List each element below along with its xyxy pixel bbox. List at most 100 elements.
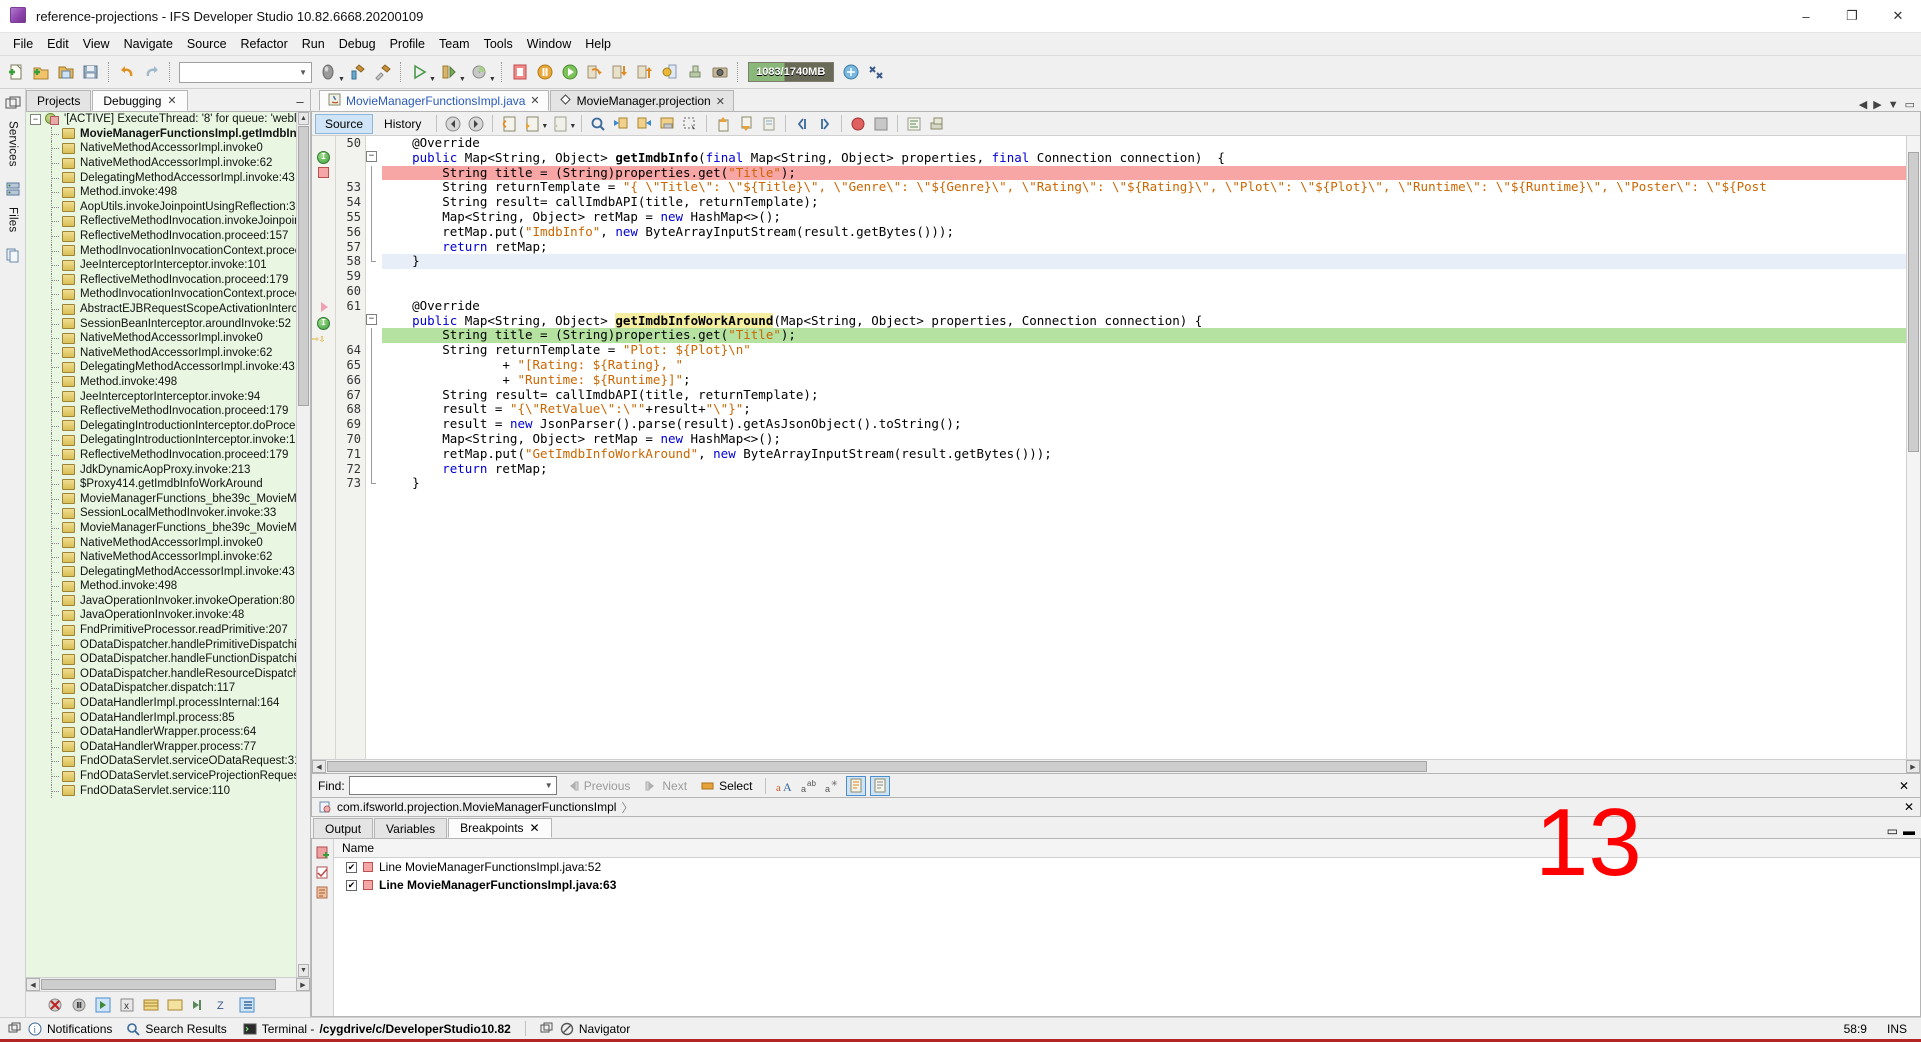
- tree-item[interactable]: NativeMethodAccessorImpl.invoke:62: [26, 550, 310, 565]
- tree-item[interactable]: FndODataServlet.serviceProjectionRequest…: [26, 769, 310, 784]
- group-icon[interactable]: [314, 884, 332, 902]
- step-over-icon[interactable]: [583, 60, 607, 84]
- tree-item[interactable]: NativeMethodAccessorImpl.invoke0: [26, 331, 310, 346]
- editor-horizontal-scrollbar[interactable]: ◀ ▶: [312, 759, 1920, 773]
- tab-breakpoints[interactable]: Breakpoints ✕: [448, 818, 551, 838]
- menu-view[interactable]: View: [76, 34, 117, 54]
- prev-bookmark-icon[interactable]: [610, 114, 632, 134]
- save-all-icon[interactable]: [79, 60, 103, 84]
- tree-item[interactable]: FndODataServlet.serviceODataRequest:310: [26, 754, 310, 769]
- shift-lines-left-icon[interactable]: [791, 114, 813, 134]
- tree-item[interactable]: ODataDispatcher.dispatch:117: [26, 681, 310, 696]
- new-project-icon[interactable]: [29, 60, 53, 84]
- close-icon[interactable]: ✕: [716, 95, 725, 108]
- match-case-icon[interactable]: aA: [774, 776, 794, 796]
- scroll-up-icon[interactable]: ▲: [298, 112, 309, 125]
- tree-item[interactable]: NativeMethodAccessorImpl.invoke0: [26, 535, 310, 550]
- tools-icon[interactable]: [864, 60, 888, 84]
- apply-code-changes-icon[interactable]: [683, 60, 707, 84]
- select-in-projects-icon[interactable]: [679, 114, 701, 134]
- step-filter-2-icon[interactable]: Z: [214, 996, 232, 1014]
- profile-icon[interactable]: [467, 60, 491, 84]
- code-line[interactable]: String result= callImdbAPI(title, return…: [382, 388, 1920, 403]
- editor-hscroll-thumb[interactable]: [327, 761, 1427, 772]
- code-line[interactable]: String returnTemplate = "{ \"Title\": \"…: [382, 180, 1920, 195]
- maximize-icon[interactable]: ▬: [1903, 824, 1915, 838]
- highlight-results-icon[interactable]: [846, 776, 866, 796]
- code-line[interactable]: return retMap;: [382, 240, 1920, 255]
- tree-item[interactable]: $Proxy414.getImdbInfoWorkAround: [26, 477, 310, 492]
- tree-item[interactable]: MethodInvocationInvocationContext.procee…: [26, 287, 310, 302]
- regex-icon[interactable]: a✳: [822, 776, 842, 796]
- heap-icon[interactable]: [839, 60, 863, 84]
- files-tab-label[interactable]: Files: [7, 207, 19, 232]
- tree-horizontal-scrollbar[interactable]: ◀ ▶: [26, 977, 310, 991]
- scroll-down-icon[interactable]: ▼: [298, 964, 309, 977]
- stop-icon[interactable]: [508, 60, 532, 84]
- tree-item[interactable]: MethodInvocationInvocationContext.procee…: [26, 243, 310, 258]
- tree-item[interactable]: ReflectiveMethodInvocation.proceed:179: [26, 448, 310, 463]
- tab-list-icon[interactable]: ▼: [1888, 99, 1899, 111]
- shift-right-icon[interactable]: [735, 114, 757, 134]
- menu-team[interactable]: Team: [432, 34, 477, 54]
- maximize-button[interactable]: ❐: [1829, 0, 1875, 33]
- tree-item[interactable]: SessionBeanInterceptor.aroundInvoke:52: [26, 316, 310, 331]
- scroll-left-icon[interactable]: ◀: [26, 978, 40, 991]
- scroll-right-icon[interactable]: ▶: [1906, 760, 1920, 773]
- close-icon[interactable]: ✕: [530, 94, 539, 107]
- tree-item[interactable]: Method.invoke:498: [26, 579, 310, 594]
- close-icon[interactable]: ✕: [530, 821, 540, 835]
- shift-left-icon[interactable]: [712, 114, 734, 134]
- menu-refactor[interactable]: Refactor: [234, 34, 295, 54]
- breakpoint-row[interactable]: ✔Line MovieManagerFunctionsImpl.java:52: [334, 858, 1920, 876]
- tree-item[interactable]: NativeMethodAccessorImpl.invoke:62: [26, 346, 310, 361]
- override-gutter-icon[interactable]: I: [312, 317, 335, 332]
- tree-root-row[interactable]: −'[ACTIVE] ExecuteThread: '8' for queue:…: [26, 112, 310, 127]
- code-line[interactable]: @Override: [382, 136, 1920, 151]
- build-dropdown-icon[interactable]: ▼: [338, 76, 345, 83]
- terminal-item[interactable]: Terminal - /cygdrive/c/DeveloperStudio10…: [243, 1022, 511, 1036]
- find-input[interactable]: ▼: [349, 776, 557, 795]
- run-icon[interactable]: [407, 60, 431, 84]
- navigator-item[interactable]: Navigator: [560, 1022, 630, 1036]
- continue-icon[interactable]: [558, 60, 582, 84]
- scroll-right-icon[interactable]: ▶: [296, 978, 310, 991]
- editor-fold-column[interactable]: −−: [366, 136, 382, 759]
- pause-icon[interactable]: [533, 60, 557, 84]
- tree-item[interactable]: MovieManagerFunctions_bhe39c_MovieManage: [26, 491, 310, 506]
- continue-session-icon[interactable]: [94, 996, 112, 1014]
- code-line[interactable]: String title = (String)properties.get("T…: [382, 328, 1920, 343]
- code-line[interactable]: retMap.put("ImdbInfo", new ByteArrayInpu…: [382, 225, 1920, 240]
- toggle-bookmark-icon[interactable]: [656, 114, 678, 134]
- code-line[interactable]: result = "{\"RetValue\":\""+result+"\"}"…: [382, 402, 1920, 417]
- clean-icon[interactable]: [371, 60, 395, 84]
- tree-item[interactable]: ReflectiveMethodInvocation.invokeJoinpoi…: [26, 214, 310, 229]
- wrap-around-icon[interactable]: [870, 776, 890, 796]
- step-filter-icon[interactable]: [190, 996, 208, 1014]
- breadcrumb-path[interactable]: com.ifsworld.projection.MovieManagerFunc…: [337, 800, 616, 814]
- debug-project-icon[interactable]: [437, 60, 461, 84]
- tree-item[interactable]: ReflectiveMethodInvocation.proceed:179: [26, 273, 310, 288]
- step-into-icon[interactable]: [608, 60, 632, 84]
- code-line[interactable]: [382, 269, 1920, 284]
- menu-edit[interactable]: Edit: [40, 34, 76, 54]
- chevron-down-icon-2[interactable]: ▼: [569, 123, 576, 130]
- build-icon[interactable]: [316, 60, 340, 84]
- list-view-icon[interactable]: [238, 996, 256, 1014]
- whole-words-icon[interactable]: aab: [798, 776, 818, 796]
- search-results-item[interactable]: Search Results: [126, 1022, 226, 1036]
- menu-file[interactable]: File: [6, 34, 40, 54]
- find-usages-icon[interactable]: [521, 114, 543, 134]
- tree-item[interactable]: DelegatingMethodAccessorImpl.invoke:43: [26, 564, 310, 579]
- search-icon[interactable]: [587, 114, 609, 134]
- breakpoint-checkbox[interactable]: ✔: [346, 880, 357, 891]
- tree-item[interactable]: JeeInterceptorInterceptor.invoke:101: [26, 258, 310, 273]
- find-close-icon[interactable]: ✕: [1894, 776, 1914, 796]
- tree-vertical-scrollbar[interactable]: ▲ ▼: [296, 112, 310, 977]
- files-icon[interactable]: [4, 246, 22, 264]
- tree-item[interactable]: DelegatingMethodAccessorImpl.invoke:43: [26, 360, 310, 375]
- tab-variables[interactable]: Variables: [374, 818, 447, 838]
- find-next-button[interactable]: Next: [639, 776, 692, 796]
- pause-session-icon[interactable]: [70, 996, 88, 1014]
- last-edit-icon[interactable]: [498, 114, 520, 134]
